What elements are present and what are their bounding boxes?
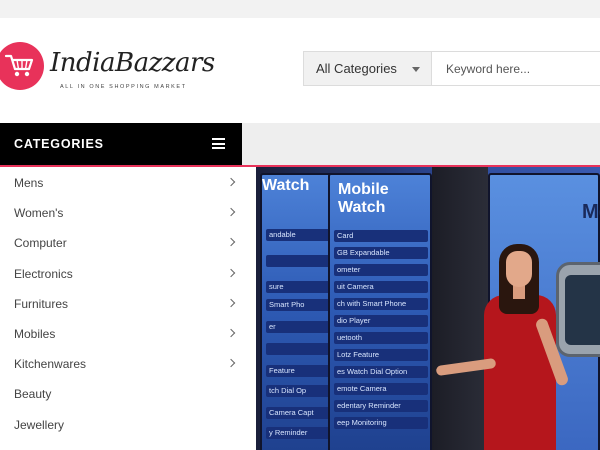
category-label: Mens <box>14 176 44 190</box>
category-label: Beauty <box>14 387 52 402</box>
presenter-face <box>506 251 532 287</box>
category-label: Kitchenwares <box>14 357 87 372</box>
category-dropdown-value: All Categories <box>316 61 397 76</box>
smartwatch-screen <box>565 275 600 345</box>
presenter-neck <box>513 285 525 299</box>
category-dropdown[interactable]: All Categories <box>304 52 432 85</box>
banner-row: uit Camera <box>334 281 428 293</box>
category-item-jewellery[interactable]: Jewellery <box>0 409 256 439</box>
chevron-right-icon <box>226 298 236 307</box>
chevron-right-icon <box>226 358 236 368</box>
chevron-right-icon <box>226 207 236 217</box>
banner-row: es Watch Dial Option <box>334 366 428 378</box>
header: IndiaBazzars ALL IN ONE SHOPPING MARKET … <box>0 18 600 123</box>
chevron-right-icon <box>226 177 236 187</box>
categories-title: CATEGORIES <box>14 137 104 151</box>
search-input[interactable] <box>438 53 598 84</box>
presenter-dress <box>484 295 556 450</box>
logo-wordmark: IndiaBazzars <box>50 48 215 78</box>
category-item-computer[interactable]: Computer <box>0 227 256 257</box>
category-item-kitchenwares[interactable]: Kitchenwares <box>0 348 256 378</box>
category-label: Jewellery <box>14 417 65 432</box>
banner-board-title: Watch <box>262 177 310 194</box>
banner-row: Feature <box>266 365 332 377</box>
hero-banner-video[interactable]: Watch andable sure Smart Pho er Feature … <box>256 167 600 450</box>
banner-board-left: Watch andable sure Smart Pho er Feature … <box>260 173 336 450</box>
banner-row: Card <box>334 230 428 242</box>
banner-board-center: Mobile Watch Card GB Expandable ometer u… <box>328 173 432 450</box>
banner-board-title: Mo <box>582 201 600 223</box>
banner-row: ch with Smart Phone <box>334 298 428 310</box>
banner-row: Lotz Feature <box>334 349 428 361</box>
banner-row <box>266 255 332 267</box>
category-label: Women's <box>14 206 64 221</box>
banner-row: ometer <box>334 264 428 276</box>
logo-badge <box>0 42 44 90</box>
logo-tagline: ALL IN ONE SHOPPING MARKET <box>60 84 187 90</box>
banner-row: tch Dial Op <box>266 385 332 397</box>
banner-row <box>266 343 332 355</box>
category-label: Computer <box>14 236 67 251</box>
chevron-right-icon <box>226 238 236 247</box>
category-item-beauty[interactable]: Beauty <box>0 378 256 408</box>
chevron-right-icon <box>226 328 236 338</box>
banner-row: Camera Capt <box>266 407 332 419</box>
search-bar: All Categories <box>303 51 600 86</box>
shopping-cart-icon <box>4 54 34 77</box>
site-logo[interactable]: IndiaBazzars ALL IN ONE SHOPPING MARKET <box>0 42 240 102</box>
categories-list: Mens Women's Computer Electronics Furnit… <box>0 167 256 450</box>
banner-row: sure <box>266 281 332 293</box>
banner-row: andable <box>266 229 332 241</box>
category-item-mens[interactable]: Mens <box>0 167 256 197</box>
category-item-mobiles[interactable]: Mobiles <box>0 318 256 348</box>
banner-row: y Reminder <box>266 427 332 439</box>
category-item-womens[interactable]: Women's <box>0 197 256 227</box>
banner-row: emote Camera <box>334 383 428 395</box>
banner-board-title: Mobile Watch <box>338 181 389 216</box>
caret-down-icon <box>412 67 420 72</box>
banner-row: eep Monitoring <box>334 417 428 429</box>
banner-row: GB Expandable <box>334 247 428 259</box>
category-label: Furnitures <box>14 296 69 311</box>
chevron-right-icon <box>226 268 236 277</box>
banner-row: Smart Pho <box>266 299 332 311</box>
banner-row: dio Player <box>334 315 428 327</box>
category-item-furnitures[interactable]: Furnitures <box>0 288 256 318</box>
banner-row: uetooth <box>334 332 428 344</box>
banner-row: edentary Reminder <box>334 400 428 412</box>
smartwatch-image <box>556 262 600 357</box>
top-strip <box>0 0 600 18</box>
hamburger-menu-icon[interactable] <box>212 138 225 149</box>
banner-backdrop <box>432 167 488 450</box>
categories-header[interactable]: CATEGORIES <box>0 123 242 165</box>
category-item-electronics[interactable]: Electronics <box>0 258 256 288</box>
category-label: Mobiles <box>14 326 56 341</box>
banner-row: er <box>266 321 332 333</box>
category-label: Electronics <box>14 266 73 281</box>
